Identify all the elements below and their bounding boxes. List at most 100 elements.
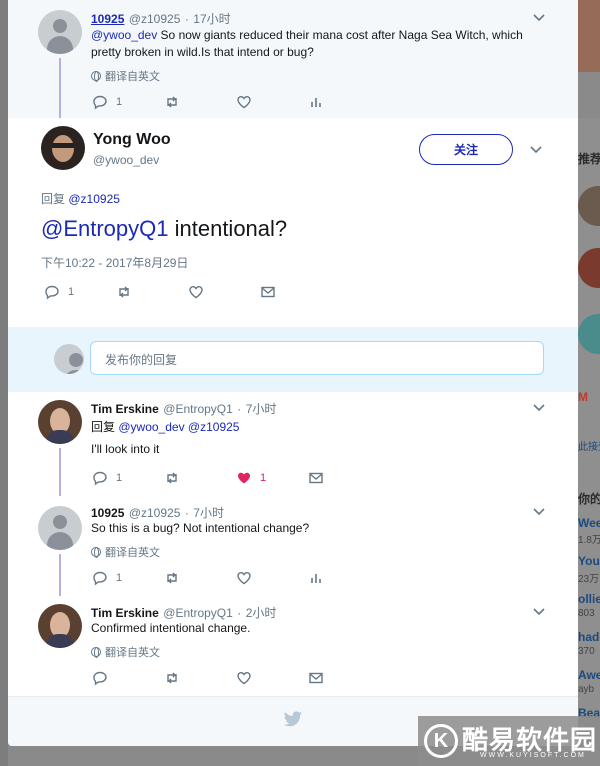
translate-label: 翻译自英文: [105, 647, 160, 659]
bg-trend[interactable]: hade: [578, 630, 600, 644]
user-handle[interactable]: @EntropyQ1: [163, 402, 233, 416]
like-action[interactable]: [236, 94, 308, 110]
tweet-body: intentional?: [168, 216, 288, 241]
tweet-actions: [92, 670, 380, 686]
background-left: [0, 0, 8, 766]
bg-trend[interactable]: Awe: [578, 668, 600, 682]
user-handle[interactable]: @ywoo_dev: [93, 153, 159, 167]
parent-tweet[interactable]: 10925 @z10925 · 17小时 @ywoo_dev So now gi…: [8, 0, 578, 118]
bg-avatar: [578, 186, 600, 226]
retweet-action[interactable]: [116, 284, 188, 300]
avatar[interactable]: [38, 506, 82, 550]
reply-action[interactable]: 1: [92, 470, 164, 486]
avatar[interactable]: [38, 10, 82, 54]
avatar[interactable]: [38, 400, 82, 444]
retweet-action[interactable]: [164, 470, 236, 486]
avatar[interactable]: [41, 126, 85, 170]
tweet-text: @ywoo_dev So now giants reduced their ma…: [91, 27, 531, 61]
tweet-body: Confirmed intentional change.: [91, 621, 251, 635]
retweet-action[interactable]: [164, 670, 236, 686]
tweet-actions: 1 1: [92, 470, 380, 486]
like-action[interactable]: [236, 670, 308, 686]
reply-tweet[interactable]: Tim Erskine @EntropyQ1 · 7小时 回复 @ywoo_de…: [8, 392, 578, 496]
bg-trends-title: 你的: [578, 492, 600, 506]
mention-link[interactable]: @EntropyQ1: [41, 216, 169, 241]
reply-to-handles[interactable]: @ywoo_dev @z10925: [118, 420, 239, 434]
thread-line: [59, 58, 61, 118]
analytics-action[interactable]: [308, 570, 380, 586]
follow-button[interactable]: 关注: [419, 134, 513, 165]
tweet-body: So this is a bug? Not intentional change…: [91, 521, 310, 535]
translate-label: 翻译自英文: [105, 71, 160, 83]
reply-input[interactable]: 发布你的回复: [90, 341, 544, 375]
message-action[interactable]: [308, 670, 380, 686]
translate-link[interactable]: 翻译自英文: [91, 544, 160, 560]
tweet-time[interactable]: 2小时: [246, 606, 277, 620]
bg-trend[interactable]: ollie: [578, 592, 600, 606]
retweet-icon: [164, 570, 180, 586]
translate-link[interactable]: 翻译自英文: [91, 68, 160, 84]
main-tweet: Yong Woo @ywoo_dev 关注 回复 @z10925 @Entrop…: [8, 118, 578, 327]
chevron-down-icon[interactable]: [533, 508, 545, 516]
envelope-icon: [308, 670, 324, 686]
separator: ·: [184, 12, 189, 26]
retweet-action[interactable]: [164, 570, 236, 586]
chevron-down-icon[interactable]: [533, 404, 545, 412]
bg-trend[interactable]: You: [578, 554, 600, 568]
tweet-time[interactable]: 7小时: [246, 402, 277, 416]
user-name[interactable]: Yong Woo: [93, 131, 171, 149]
user-name[interactable]: 10925: [91, 506, 124, 520]
globe-icon: [91, 547, 101, 558]
reply-action[interactable]: 1: [44, 284, 116, 300]
envelope-icon: [260, 284, 276, 300]
analytics-icon: [308, 570, 324, 586]
tweet-time[interactable]: 7小时: [193, 506, 224, 520]
user-name[interactable]: 10925: [91, 12, 124, 26]
tweet-time[interactable]: 17小时: [193, 12, 230, 26]
user-handle[interactable]: @z10925: [129, 12, 181, 26]
retweet-action[interactable]: [164, 94, 236, 110]
bg-trend-count: 803: [578, 608, 595, 619]
reply-to: 回复 @z10925: [41, 190, 120, 207]
reply-action[interactable]: 1: [92, 94, 164, 110]
like-action[interactable]: [236, 570, 308, 586]
chevron-down-icon[interactable]: [533, 14, 545, 22]
user-name[interactable]: Tim Erskine: [91, 402, 159, 416]
retweet-icon: [164, 470, 180, 486]
tweet-actions: 1: [92, 570, 380, 586]
avatar[interactable]: [38, 604, 82, 648]
envelope-icon: [308, 470, 324, 486]
like-action[interactable]: 1: [236, 470, 308, 486]
mention-link[interactable]: @ywoo_dev: [91, 28, 157, 42]
reply-tweet[interactable]: 10925 @z10925 · 7小时 So this is a bug? No…: [8, 496, 578, 596]
user-handle[interactable]: @EntropyQ1: [163, 606, 233, 620]
heart-icon: [236, 670, 252, 686]
bg-recommend-title: 推荐: [578, 152, 600, 166]
user-name[interactable]: Tim Erskine: [91, 606, 159, 620]
bg-trend[interactable]: Wee: [578, 516, 600, 530]
bg-link[interactable]: 此接受: [578, 438, 600, 453]
separator: ·: [237, 606, 242, 620]
watermark-url: WWW.KUYISOFT.COM: [480, 752, 586, 759]
tweet-text: @EntropyQ1 intentional?: [41, 216, 287, 242]
like-action[interactable]: [188, 284, 260, 300]
reply-icon: [92, 470, 108, 486]
heart-filled-icon: [236, 470, 252, 486]
reply-to: 回复 @ywoo_dev @z10925: [91, 419, 239, 436]
reply-to-handle[interactable]: @z10925: [68, 192, 120, 206]
retweet-icon: [164, 94, 180, 110]
message-action[interactable]: [308, 470, 380, 486]
reply-tweet[interactable]: Tim Erskine @EntropyQ1 · 2小时 Confirmed i…: [8, 596, 578, 696]
separator: ·: [184, 506, 189, 520]
analytics-action[interactable]: [308, 94, 380, 110]
translate-link[interactable]: 翻译自英文: [91, 644, 160, 660]
background-sidebar: 推荐 M 此接受 你的 Wee 1.8万 You 23万 ollie 803 h…: [578, 118, 600, 766]
bg-avatar: [578, 248, 600, 288]
message-action[interactable]: [260, 284, 332, 300]
reply-action[interactable]: [92, 670, 164, 686]
chevron-down-icon[interactable]: [530, 146, 542, 154]
tweet-timestamp[interactable]: 下午10:22 - 2017年8月29日: [41, 254, 188, 271]
chevron-down-icon[interactable]: [533, 608, 545, 616]
user-handle[interactable]: @z10925: [129, 506, 181, 520]
reply-action[interactable]: 1: [92, 570, 164, 586]
